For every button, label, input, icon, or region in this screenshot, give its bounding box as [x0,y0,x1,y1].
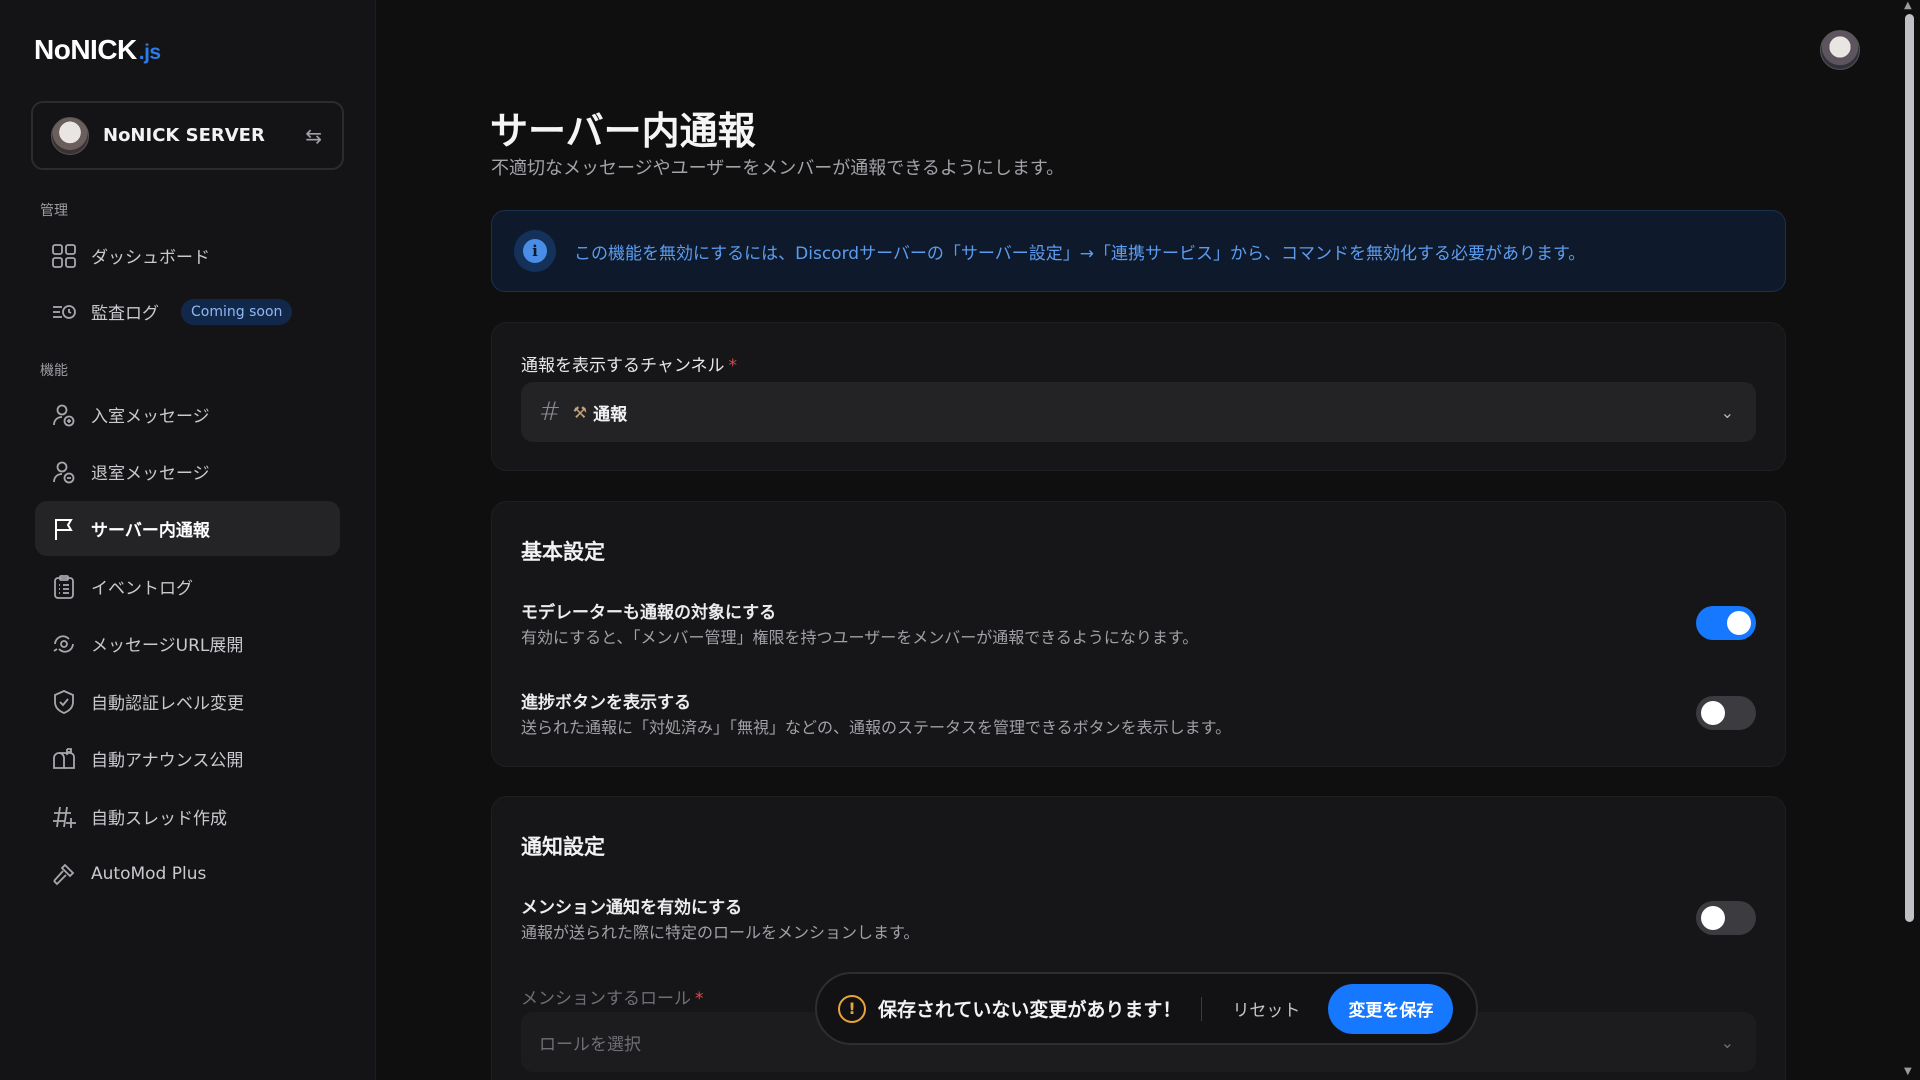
sidebar-item-event-log[interactable]: イベントログ [35,559,340,614]
info-alert: i この機能を無効にするには、Discordサーバーの「サーバー設定」→「連携サ… [491,210,1786,292]
toggle-knob [1701,906,1725,930]
mention-role-label: メンションするロール * [521,984,704,1009]
progress-button-title: 進捗ボタンを表示する [521,693,691,713]
warning-icon: ! [838,994,866,1023]
hash-icon: # [539,397,561,427]
scroll-down-icon[interactable]: ▼ [1904,1066,1912,1077]
server-switcher[interactable]: NoNICK SERVER ⇆ [31,101,344,170]
channel-select[interactable]: # ⚒ 通報 ⌄ [521,382,1756,442]
sidebar-item-auto-verify[interactable]: 自動認証レベル変更 [35,674,340,729]
progress-button-toggle[interactable] [1696,696,1756,730]
moderator-target-title: モデレーターも通報の対象にする [521,603,777,623]
sidebar-item-label: イベントログ [91,579,193,599]
sidebar-item-label: 退室メッセージ [91,464,210,484]
toggle-knob [1701,701,1725,725]
scrollbar-thumb[interactable] [1905,14,1914,922]
section-label-manage: 管理 [40,203,68,219]
sidebar-item-label: 自動認証レベル変更 [91,694,244,714]
role-label-text: メンションするロール [521,989,691,1009]
sidebar-item-leave-message[interactable]: 退室メッセージ [35,444,340,499]
clipboard-list-icon [51,574,77,600]
app-logo[interactable]: NoNICK.js [34,34,161,66]
info-icon: i [514,230,556,272]
mention-notify-toggle[interactable] [1696,901,1756,935]
required-mark: * [728,356,738,376]
sidebar: NoNICK.js NoNICK SERVER ⇆ 管理 ダッシュボード 監査ロ… [0,0,376,1080]
progress-button-desc: 送られた通報に「対処済み」「無視」などの、通報のステータスを管理できるボタンを表… [521,718,1232,737]
basic-settings-title: 基本設定 [521,540,605,564]
mention-notify-desc: 通報が送られた際に特定のロールをメンションします。 [521,923,920,942]
swap-icon: ⇆ [305,123,322,148]
moderator-target-toggle[interactable] [1696,606,1756,640]
reset-button[interactable]: リセット [1232,996,1300,1021]
sidebar-item-message-url[interactable]: メッセージURL展開 [35,616,340,671]
page-description: 不適切なメッセージやユーザーをメンバーが通報できるようにします。 [491,158,1065,179]
notify-settings-title: 通知設定 [521,835,605,859]
sidebar-item-label: サーバー内通報 [91,521,210,541]
sidebar-item-label: 自動スレッド作成 [91,809,227,829]
section-label-features: 機能 [40,363,68,379]
sidebar-item-label: AutoMod Plus [91,863,207,884]
sidebar-item-label: メッセージURL展開 [91,636,244,656]
basic-settings-card: 基本設定 モデレーターも通報の対象にする 有効にすると、「メンバー管理」権限を持… [491,501,1786,767]
shield-check-icon [51,689,77,715]
sidebar-item-report[interactable]: サーバー内通報 [35,501,340,556]
chevron-down-icon: ⌄ [1720,402,1734,422]
grid-icon [51,243,77,269]
info-alert-text: この機能を無効にするには、Discordサーバーの「サーバー設定」→「連携サービ… [574,243,1586,264]
channel-field-label: 通報を表示するチャンネル * [521,351,737,376]
hammer-emoji-icon: ⚒ [572,402,588,422]
message-link-icon [51,631,77,657]
server-avatar [51,116,89,155]
list-clock-icon [51,299,77,325]
toggle-knob [1727,611,1751,635]
user-minus-icon [51,459,77,485]
required-mark: * [695,989,704,1009]
save-button[interactable]: 変更を保存 [1328,983,1454,1034]
moderator-target-desc: 有効にすると、「メンバー管理」権限を持つユーザーをメンバーが通報できるようになり… [521,628,1199,647]
hammer-icon [51,861,77,887]
sidebar-item-audit-log[interactable]: 監査ログ Coming soon [35,284,340,339]
coming-soon-badge: Coming soon [181,298,293,325]
scroll-up-icon[interactable]: ▲ [1904,0,1912,11]
sidebar-item-auto-thread[interactable]: 自動スレッド作成 [35,789,340,844]
flag-icon [51,516,77,542]
logo-name: NoNICK [34,34,137,65]
user-plus-icon [51,402,77,428]
unsaved-message: 保存されていない変更があります！ [878,999,1182,1021]
mailbox-icon [51,746,77,772]
sidebar-item-label: 入室メッセージ [91,407,210,427]
server-name: NoNICK SERVER [103,125,265,146]
logo-suffix: .js [138,41,161,64]
sidebar-item-auto-announce[interactable]: 自動アナウンス公開 [35,731,340,786]
sidebar-item-label: 監査ログ [91,304,159,324]
channel-card: 通報を表示するチャンネル * # ⚒ 通報 ⌄ [491,322,1786,471]
sidebar-item-dashboard[interactable]: ダッシュボード [35,228,340,283]
sidebar-item-label: ダッシュボード [91,248,210,268]
chevron-down-icon: ⌄ [1720,1032,1734,1052]
unsaved-changes-bar: ! 保存されていない変更があります！ リセット 変更を保存 [815,972,1478,1045]
user-avatar[interactable] [1820,30,1860,70]
sidebar-item-automod-plus[interactable]: AutoMod Plus [35,846,340,901]
mention-notify-title: メンション通知を有効にする [521,898,743,918]
divider [1201,996,1203,1021]
hash-plus-icon [51,804,77,830]
sidebar-item-join-message[interactable]: 入室メッセージ [35,387,340,442]
sidebar-item-label: 自動アナウンス公開 [91,751,244,771]
channel-label-text: 通報を表示するチャンネル [521,356,725,376]
selected-channel: 通報 [593,404,628,425]
page-title: サーバー内通報 [490,109,756,153]
